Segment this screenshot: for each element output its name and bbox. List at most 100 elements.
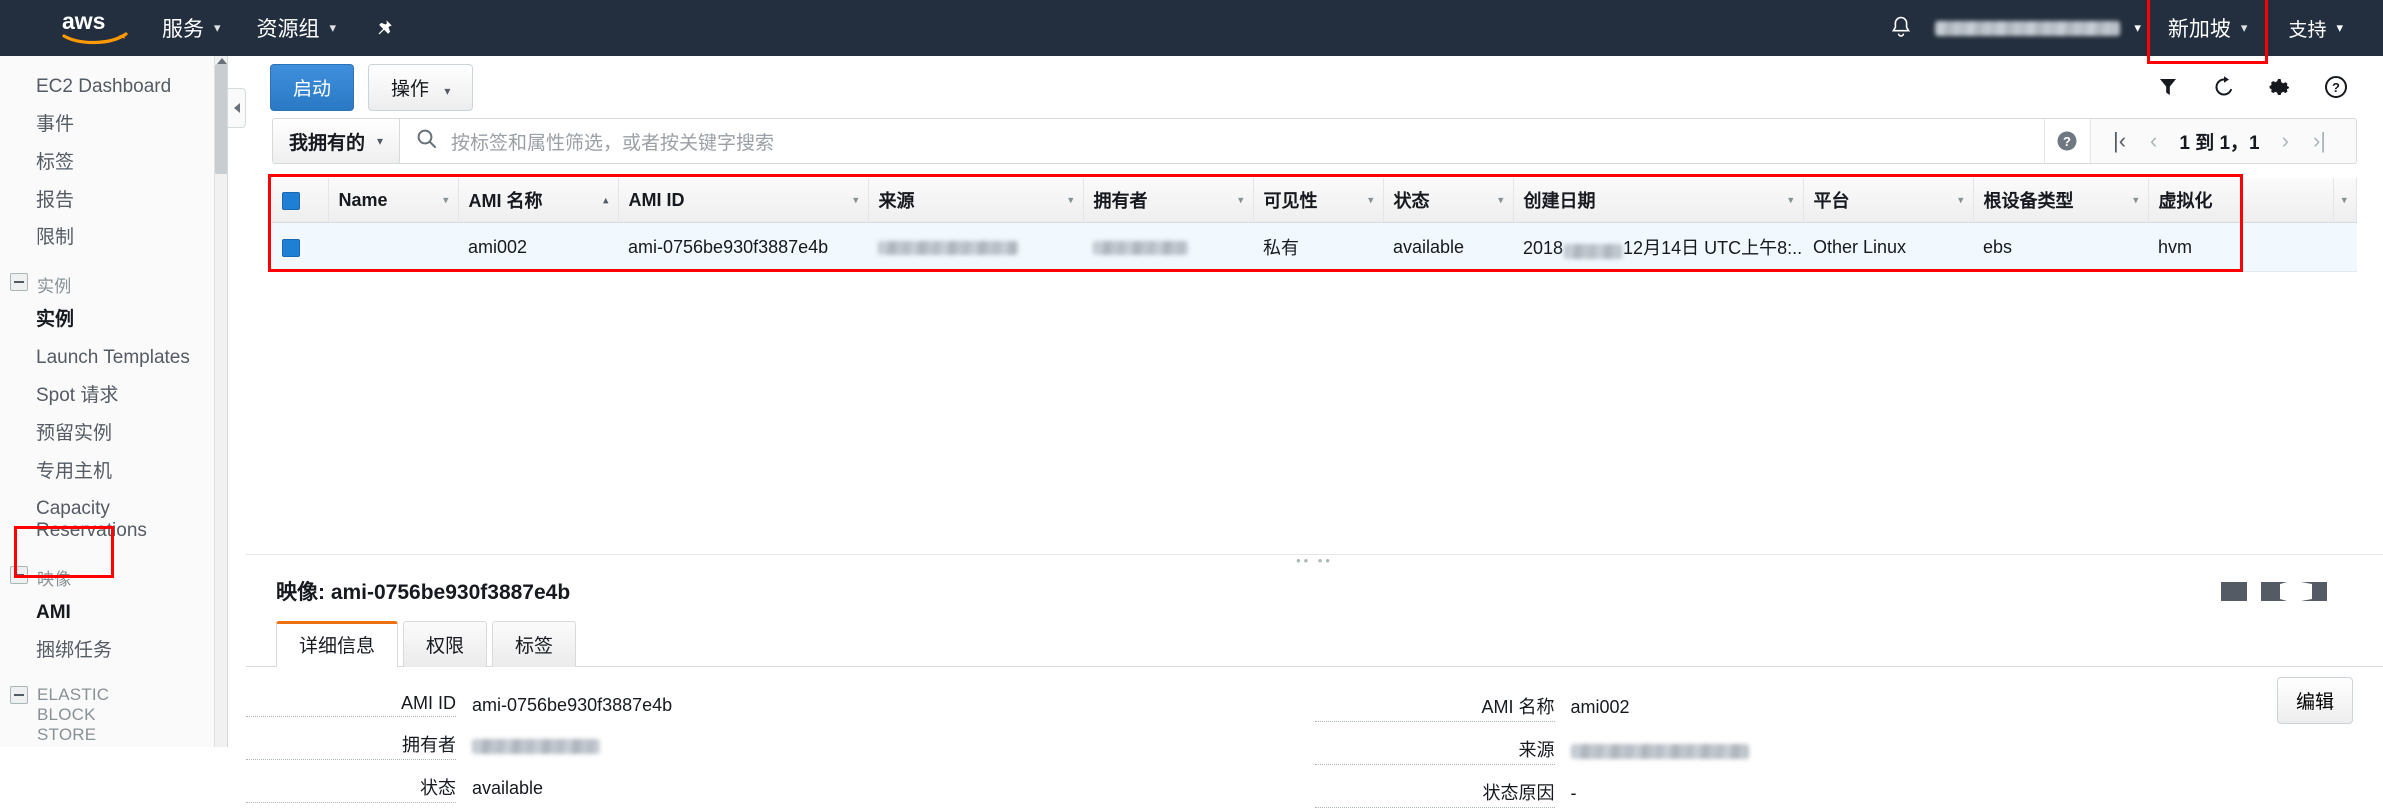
tab-permissions[interactable]: 权限 xyxy=(403,621,487,667)
panel-resize-handle[interactable]: •• •• xyxy=(246,554,2383,566)
nav-resource-groups[interactable]: 资源组 ▾ xyxy=(239,0,355,56)
cell-owner xyxy=(1083,223,1253,272)
column-label: 来源 xyxy=(879,191,915,211)
pagination-last[interactable]: ›| xyxy=(2301,130,2338,152)
column-name[interactable]: Name▾ xyxy=(328,178,458,223)
pagination-next[interactable]: › xyxy=(2270,130,2301,152)
column-source[interactable]: 来源▾ xyxy=(868,178,1083,223)
column-label: 状态 xyxy=(1394,191,1430,211)
sidebar-item-ec2-dashboard[interactable]: EC2 Dashboard xyxy=(0,68,227,106)
sidebar-section-instances[interactable]: 实例 xyxy=(0,257,227,301)
panel-layout-side-icon[interactable] xyxy=(2301,582,2327,601)
sidebar-scrollbar[interactable] xyxy=(214,56,228,747)
sidebar-section-label: ELASTIC BLOCK STORE xyxy=(37,684,157,745)
sidebar-item-tags[interactable]: 标签 xyxy=(0,144,227,182)
column-status[interactable]: 状态▾ xyxy=(1383,178,1513,223)
field-value: ami-0756be930f3887e4b xyxy=(472,695,672,716)
panel-layout-full-icon[interactable] xyxy=(2221,582,2247,601)
chevron-down-icon: ▾ xyxy=(1238,194,1244,207)
collapse-minus-icon[interactable] xyxy=(10,273,28,291)
edit-button[interactable]: 编辑 xyxy=(2277,677,2353,724)
aws-logo[interactable]: aws xyxy=(48,0,144,56)
chevron-left-icon xyxy=(234,103,240,113)
sidebar-item-launch-templates[interactable]: Launch Templates xyxy=(0,339,227,377)
created-masked xyxy=(1564,244,1622,259)
row-select-cell[interactable] xyxy=(272,223,328,272)
sidebar-item-capacity-reservations[interactable]: Capacity Reservations xyxy=(0,490,227,550)
panel-layout-split-icon[interactable] xyxy=(2261,582,2287,601)
column-platform[interactable]: 平台▾ xyxy=(1803,178,1973,223)
created-prefix: 2018 xyxy=(1523,238,1563,258)
refresh-icon[interactable] xyxy=(2211,74,2237,100)
field-source: 来源 xyxy=(1315,736,2383,765)
bell-icon[interactable] xyxy=(1867,15,1935,41)
column-virtualization[interactable]: 虚拟化 xyxy=(2148,178,2333,223)
sidebar-section-images[interactable]: 映像 xyxy=(0,550,227,594)
collapse-minus-icon[interactable] xyxy=(10,566,28,584)
column-label: 虚拟化 xyxy=(2159,191,2213,211)
filter-help-button[interactable]: ? xyxy=(2044,119,2090,163)
column-visibility[interactable]: 可见性▾ xyxy=(1253,178,1383,223)
support-menu[interactable]: 支持 ▾ xyxy=(2274,15,2357,42)
pagination-controls: |‹ ‹ 1 到 1，1 › ›| xyxy=(2090,119,2356,163)
region-selector[interactable]: 新加坡 ▾ xyxy=(2162,0,2254,56)
column-label: 平台 xyxy=(1814,191,1850,211)
field-label: AMI 名称 xyxy=(1315,693,1555,722)
column-ami-name[interactable]: AMI 名称▴ xyxy=(458,178,618,223)
column-overflow[interactable]: ▾ xyxy=(2333,178,2357,223)
owner-filter-dropdown[interactable]: 我拥有的 ▾ xyxy=(273,119,400,163)
field-status-reason: 状态原因 - xyxy=(1315,779,2383,808)
pin-icon[interactable] xyxy=(354,0,414,56)
pagination-prev[interactable]: ‹ xyxy=(2138,130,2169,152)
sidebar-collapse-toggle[interactable] xyxy=(228,88,246,128)
cell-name xyxy=(328,223,458,272)
panel-layout-icons xyxy=(2221,582,2353,601)
actions-button[interactable]: 操作 ▾ xyxy=(368,64,473,111)
search-input-wrapper[interactable]: 按标签和属性筛选，或者按关键字搜索 xyxy=(400,119,2044,163)
detail-tabs: 详细信息 权限 标签 xyxy=(246,606,2383,667)
sidebar-item-spot-requests[interactable]: Spot 请求 xyxy=(0,377,227,415)
svg-text:?: ? xyxy=(2332,80,2340,95)
gear-icon[interactable] xyxy=(2267,74,2293,100)
pagination-first[interactable]: |‹ xyxy=(2101,130,2138,152)
sidebar-scroll-thumb[interactable] xyxy=(215,64,228,174)
row-checkbox[interactable] xyxy=(282,239,300,257)
table-header-row: Name▾ AMI 名称▴ AMI ID▾ 来源▾ 拥有者▾ 可见性▾ 状态▾ … xyxy=(272,178,2357,223)
launch-button[interactable]: 启动 xyxy=(270,64,354,111)
column-created-date[interactable]: 创建日期▾ xyxy=(1513,178,1803,223)
sidebar-item-ami[interactable]: AMI xyxy=(0,594,227,632)
tab-details[interactable]: 详细信息 xyxy=(276,621,398,667)
sidebar-item-reserved-instances[interactable]: 预留实例 xyxy=(0,415,227,453)
funnel-icon[interactable] xyxy=(2155,74,2181,100)
column-ami-id[interactable]: AMI ID▾ xyxy=(618,178,868,223)
field-value xyxy=(1571,740,1749,761)
sidebar-item-limits[interactable]: 限制 xyxy=(0,219,227,257)
created-suffix: 12月14日 UTC上午8:... xyxy=(1623,238,1803,258)
sidebar-item-dedicated-hosts[interactable]: 专用主机 xyxy=(0,453,227,491)
filter-bar: 我拥有的 ▾ 按标签和属性筛选，或者按关键字搜索 ? |‹ ‹ 1 到 1，1 … xyxy=(272,118,2357,164)
column-owner[interactable]: 拥有者▾ xyxy=(1083,178,1253,223)
help-icon[interactable]: ? xyxy=(2323,74,2349,100)
column-root-device-type[interactable]: 根设备类型▾ xyxy=(1973,178,2148,223)
tab-tags[interactable]: 标签 xyxy=(492,621,576,667)
sidebar-item-events[interactable]: 事件 xyxy=(0,106,227,144)
select-all-checkbox[interactable] xyxy=(282,192,300,210)
nav-services[interactable]: 服务 ▾ xyxy=(144,0,239,56)
table-row[interactable]: ami002 ami-0756be930f3887e4b 私有 availabl… xyxy=(272,223,2357,272)
select-all-header[interactable] xyxy=(272,178,328,223)
region-label: 新加坡 xyxy=(2168,13,2231,43)
collapse-minus-icon[interactable] xyxy=(10,686,28,704)
owner-masked xyxy=(472,739,600,754)
top-navigation-bar: aws 服务 ▾ 资源组 ▾ ▾ 新加坡 ▾ xyxy=(0,0,2383,56)
sidebar-item-instances[interactable]: 实例 xyxy=(0,301,227,339)
sidebar-item-reports[interactable]: 报告 xyxy=(0,182,227,220)
field-label: 拥有者 xyxy=(246,731,456,760)
region-selector-highlight[interactable]: 新加坡 ▾ xyxy=(2147,0,2269,64)
sidebar-section-elastic-block-store[interactable]: ELASTIC BLOCK STORE xyxy=(0,670,227,747)
sidebar-item-bundle-tasks[interactable]: 捆绑任务 xyxy=(0,632,227,670)
support-label: 支持 xyxy=(2288,15,2326,42)
detail-fields-right: AMI 名称 ami002 来源 状态原因 - xyxy=(1315,693,2383,808)
ami-table: Name▾ AMI 名称▴ AMI ID▾ 来源▾ 拥有者▾ 可见性▾ 状态▾ … xyxy=(272,178,2357,272)
field-label: 来源 xyxy=(1315,736,1555,765)
account-menu[interactable]: ▾ xyxy=(1935,20,2141,36)
